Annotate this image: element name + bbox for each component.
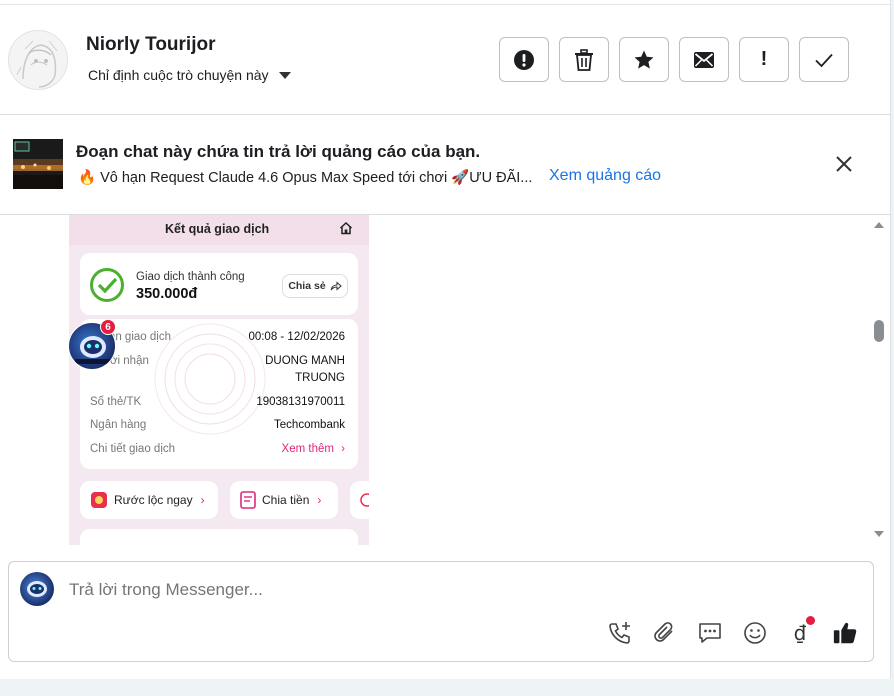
- paperclip-icon: [654, 622, 673, 642]
- receipt-next-card: [80, 529, 358, 545]
- receipt-lixi-label: Rước lộc ngay: [114, 493, 193, 507]
- call-button[interactable]: [607, 620, 633, 646]
- conversation-actions: !: [499, 37, 849, 82]
- receipt-status-text: Giao dịch thành công: [136, 271, 245, 283]
- receipt-row-value: Techcombank: [274, 419, 345, 431]
- receipt-row-label: ời nhận: [110, 355, 149, 367]
- receipt-row-value: TRUONG: [295, 372, 345, 384]
- reply-input[interactable]: [69, 580, 769, 600]
- contact-avatar[interactable]: [8, 30, 68, 90]
- reply-composer: ₫: [8, 561, 874, 662]
- inbox-conversation-panel: Niorly Tourijor Chỉ định cuộc trò chuyện…: [0, 0, 891, 679]
- receipt-row-value: 00:08 - 12/02/2026: [248, 331, 345, 343]
- ad-banner-title: Đoạn chat này chứa tin trả lời quảng cáo…: [76, 142, 481, 161]
- mark-done-button[interactable]: [799, 37, 849, 82]
- ad-thumbnail: [13, 139, 63, 189]
- message-thread[interactable]: Kết quả giao dịch Giao dịch thành công 3…: [0, 215, 872, 548]
- assign-conversation-dropdown[interactable]: Chỉ định cuộc trò chuyện này: [88, 67, 291, 83]
- saved-reply-icon: [699, 623, 721, 643]
- trash-icon: [575, 48, 593, 71]
- exclamation-icon: !: [760, 48, 768, 70]
- thumbs-up-icon: [833, 622, 857, 644]
- scroll-down-arrow[interactable]: [873, 529, 885, 539]
- ad-banner-description: 🔥 Vô hạn Request Claude 4.6 Opus Max Spe…: [78, 170, 533, 186]
- composer-toolbar: ₫: [607, 616, 858, 646]
- receipt-header: Kết quả giao dịch: [69, 215, 369, 245]
- lucky-money-icon: [91, 492, 107, 508]
- receipt-row-value: DUONG MANH: [265, 355, 345, 367]
- assign-label: Chỉ định cuộc trò chuyện này: [88, 67, 269, 83]
- delete-button[interactable]: [559, 37, 609, 82]
- receipt-status-card: Giao dịch thành công 350.000đ Chia sẻ: [80, 253, 358, 315]
- receipt-row-label: Số thẻ/TK: [90, 396, 142, 408]
- receipt-split-label: Chia tiền: [262, 493, 310, 507]
- view-ad-link[interactable]: Xem quảng cáo: [549, 167, 661, 185]
- mark-unread-button[interactable]: [679, 37, 729, 82]
- follow-up-button[interactable]: !: [739, 37, 789, 82]
- receipt-row-label: Chi tiết giao dịch: [90, 443, 176, 455]
- scrollbar-thumb[interactable]: [874, 320, 884, 342]
- clock-icon: [360, 493, 369, 507]
- caret-down-icon: [278, 71, 291, 79]
- robot-mascot-icon: [27, 581, 47, 597]
- share-arrow-icon: [330, 281, 342, 291]
- saved-replies-button[interactable]: [697, 620, 723, 646]
- receipt-lixi-button: Rước lộc ngay ›: [80, 481, 218, 519]
- conversation-header: Niorly Tourijor Chỉ định cuộc trò chuyện…: [0, 5, 891, 115]
- star-button[interactable]: [619, 37, 669, 82]
- receipt-title: Kết quả giao dịch: [165, 222, 270, 236]
- check-icon: [815, 53, 833, 67]
- like-button[interactable]: [832, 620, 858, 646]
- receipt-split-button: Chia tiền ›: [230, 481, 338, 519]
- receipt-image-message[interactable]: Kết quả giao dịch Giao dịch thành công 3…: [69, 215, 369, 545]
- chevron-right-icon: ›: [317, 493, 322, 507]
- alert-circle-icon: [514, 49, 534, 70]
- contact-name: Niorly Tourijor: [86, 34, 216, 55]
- receipt-see-more-label: Xem thêm: [281, 443, 334, 455]
- close-icon: [836, 156, 852, 172]
- dong-currency-icon: ₫: [793, 621, 807, 645]
- call-add-icon: [609, 622, 630, 644]
- receipt-extra-button: [350, 481, 369, 519]
- attach-button[interactable]: [652, 620, 678, 646]
- unread-badge: 6: [100, 319, 116, 335]
- chevron-right-icon: ›: [341, 443, 345, 455]
- receipt-row-label: Ngân hàng: [90, 419, 147, 431]
- home-icon: [339, 221, 353, 235]
- chevron-right-icon: ›: [200, 493, 205, 507]
- sketch-portrait-icon: [9, 31, 67, 89]
- star-icon: [634, 50, 654, 69]
- ad-image-icon: [13, 139, 63, 189]
- receipt-see-more: Xem thêm ›: [282, 443, 345, 455]
- split-money-icon: [240, 491, 256, 509]
- emoji-icon: [744, 622, 766, 644]
- page-avatar: [20, 572, 54, 606]
- receipt-row-value: 19038131970011: [256, 396, 345, 408]
- ad-reply-banner: Đoạn chat này chứa tin trả lời quảng cáo…: [0, 115, 891, 215]
- payment-button[interactable]: ₫: [787, 616, 815, 646]
- scroll-up-arrow[interactable]: [873, 220, 885, 230]
- receipt-details-card: gian giao dịch 00:08 - 12/02/2026 ời nhậ…: [80, 319, 358, 469]
- notification-dot: [806, 616, 815, 625]
- receipt-share-button: Chia sẻ: [282, 274, 348, 298]
- emoji-button[interactable]: [742, 620, 768, 646]
- receipt-amount: 350.000đ: [136, 286, 198, 302]
- envelope-icon: [694, 51, 714, 68]
- mark-spam-button[interactable]: [499, 37, 549, 82]
- success-check-icon: [90, 268, 124, 302]
- receipt-share-label: Chia sẻ: [288, 280, 326, 292]
- close-banner-button[interactable]: [833, 153, 855, 175]
